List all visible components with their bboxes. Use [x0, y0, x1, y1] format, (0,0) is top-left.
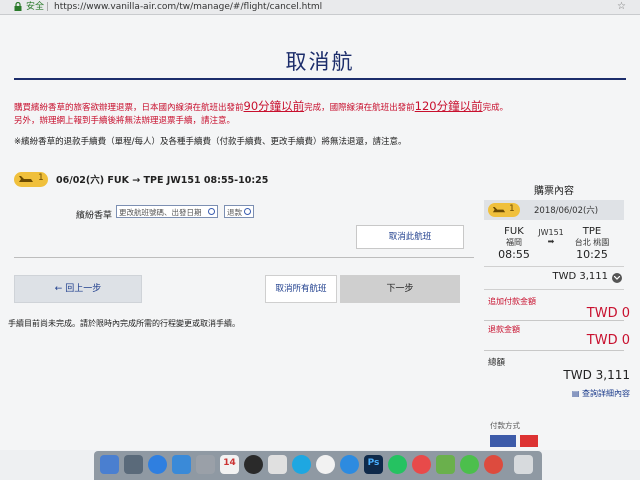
- radio-icon[interactable]: [208, 208, 215, 215]
- textedit-icon[interactable]: [268, 455, 287, 474]
- next-button[interactable]: 下一步: [340, 275, 460, 303]
- fee-note: ※繽紛香草的退款手續費（單程/每人）及各種手續費（付款手續費、更改手續費）將無法…: [14, 137, 407, 147]
- line-icon[interactable]: [460, 455, 479, 474]
- destination: TPE 台北 桃園 10:25: [574, 226, 610, 261]
- back-button[interactable]: ← 回上一步: [14, 275, 142, 303]
- segment-badge: 1: [14, 172, 48, 187]
- title-divider: [14, 78, 626, 80]
- chevron-down-icon[interactable]: [612, 273, 622, 283]
- photoshop-icon[interactable]: Ps: [364, 455, 383, 474]
- chrome-icon[interactable]: [484, 455, 503, 474]
- itunes-icon[interactable]: [316, 455, 335, 474]
- dock: 14 Ps: [94, 451, 542, 480]
- cancel-this-flight-button[interactable]: 取消此航班: [356, 225, 464, 249]
- url-separator: |: [46, 2, 50, 12]
- launchpad-icon[interactable]: [124, 455, 143, 474]
- fare-type-label: 繽紛香草: [76, 211, 113, 221]
- total-label: 總額: [488, 358, 506, 368]
- refund-amount-value: TWD 0: [586, 333, 630, 348]
- address-bar[interactable]: 安全 | https://www.vanilla-air.com/tw/mana…: [0, 0, 640, 15]
- summary-segment-bar: 1 2018/06/02(六): [484, 200, 624, 220]
- flight-segment-row: 1 06/02(六) FUK → TPE JW151 08:55-10:25: [14, 170, 474, 190]
- summary-route: FUK 福岡 08:55 JW151 ➡ TPE 台北 桃園 10:25: [484, 226, 624, 266]
- mail-icon[interactable]: [172, 455, 191, 474]
- summary-segment-badge: 1: [488, 203, 520, 217]
- extra-payment-label: 追加付款金額: [488, 297, 536, 306]
- payment-cards: [490, 435, 550, 449]
- summary-segment-number: 1: [509, 204, 515, 214]
- page-title: 取消航: [285, 50, 355, 74]
- secure-label: 安全: [26, 2, 45, 12]
- preview-icon[interactable]: [196, 455, 215, 474]
- total-value: TWD 3,111: [563, 368, 630, 382]
- flight-summary: 06/02(六) FUK → TPE JW151 08:55-10:25: [56, 175, 269, 186]
- fare-price: TWD 3,111: [552, 271, 608, 282]
- whatsapp-icon[interactable]: [388, 455, 407, 474]
- calendar-icon[interactable]: 14: [220, 455, 239, 474]
- refund-deadline-warning: 購買繽紛香草的旅客欲辦理退票，日本國內線須在航班出發前90分鐘以前完成，國際線須…: [14, 99, 509, 113]
- arrow-icon: ➡: [547, 237, 555, 246]
- cancel-all-flights-button[interactable]: 取消所有航班: [265, 275, 337, 303]
- bookmark-star-icon[interactable]: ☆: [617, 0, 626, 14]
- segment-number: 1: [38, 173, 44, 183]
- refund-amount-label: 退款金額: [488, 325, 520, 334]
- finder-icon[interactable]: [100, 455, 119, 474]
- document-icon: ▤: [571, 389, 582, 398]
- trash-icon[interactable]: [514, 455, 533, 474]
- quicktime-icon[interactable]: [244, 455, 263, 474]
- extra-payment-value: TWD 0: [586, 306, 630, 321]
- fare-price-row[interactable]: TWD 3,111: [484, 266, 624, 290]
- change-flight-option[interactable]: 更改航班號碼、出發日期: [116, 205, 218, 218]
- summary-divider: [484, 320, 624, 321]
- safari-icon[interactable]: [340, 455, 359, 474]
- skype-icon[interactable]: [292, 455, 311, 474]
- jcb-card-icon: [520, 435, 538, 447]
- payment-method-label: 付款方式: [490, 421, 520, 430]
- summary-divider: [484, 350, 624, 351]
- todo-icon[interactable]: [412, 455, 431, 474]
- summary-title: 購票內容: [534, 186, 574, 197]
- numbers-icon[interactable]: [436, 455, 455, 474]
- radio-icon[interactable]: [244, 208, 251, 215]
- view-details-link[interactable]: ▤ 查詢詳細內容: [572, 388, 630, 399]
- airplane-icon: [19, 176, 33, 182]
- app-store-icon[interactable]: [148, 455, 167, 474]
- unionpay-card-icon: [490, 435, 516, 447]
- summary-date: 2018/06/02(六): [534, 206, 599, 216]
- url-text[interactable]: https://www.vanilla-air.com/tw/manage/#/…: [54, 0, 322, 14]
- refund-option[interactable]: 退款: [224, 205, 254, 218]
- section-divider: [14, 257, 474, 258]
- origin: FUK 福岡 08:55: [498, 226, 530, 261]
- incomplete-notice: 手續目前尚未完成。請於限時內完成所需的行程變更或取消手續。: [8, 319, 240, 328]
- flight-number: JW151 ➡: [536, 228, 566, 246]
- airplane-icon: [492, 206, 506, 213]
- checkin-warning: 另外，辦理網上報到手續後將無法辦理退票手續，請注意。: [14, 116, 236, 126]
- lock-icon: [14, 2, 22, 11]
